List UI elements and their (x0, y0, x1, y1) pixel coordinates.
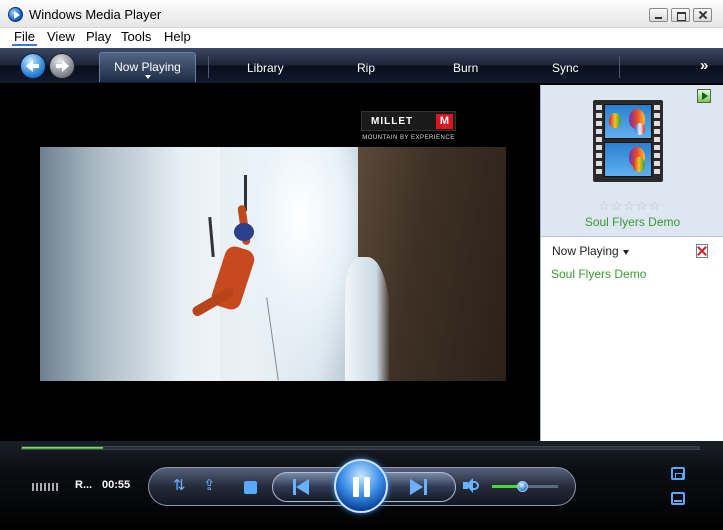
chevron-down-icon[interactable] (623, 250, 629, 255)
climber-helmet (234, 223, 254, 241)
tab-sync[interactable]: Sync (552, 61, 579, 75)
playlist-item[interactable]: Soul Flyers Demo (551, 267, 646, 281)
title-bar: Windows Media Player (0, 0, 723, 28)
tab-now-playing[interactable]: Now Playing (99, 52, 196, 82)
forward-button[interactable] (49, 53, 75, 79)
film-frame (604, 104, 652, 139)
film-strip-icon (595, 102, 603, 180)
media-title: Soul Flyers Demo (584, 215, 681, 229)
forward-arrow-icon (55, 60, 69, 72)
album-art[interactable] (593, 100, 663, 182)
ice-column (345, 257, 390, 381)
nav-divider (619, 56, 620, 78)
next-icon (410, 479, 423, 495)
volume-knob[interactable] (516, 481, 528, 492)
more-tabs-button[interactable]: » (700, 57, 708, 74)
minimize-button[interactable] (649, 8, 668, 22)
nav-divider (208, 56, 209, 78)
tab-rip[interactable]: Rip (357, 61, 375, 75)
stop-button[interactable] (244, 481, 257, 494)
next-button[interactable] (410, 479, 428, 495)
film-strip-icon (653, 102, 661, 180)
star-rating[interactable]: ☆☆☆☆☆ (598, 198, 661, 214)
pause-icon (353, 477, 359, 497)
close-button[interactable] (693, 8, 712, 22)
menu-view[interactable]: View (45, 29, 77, 44)
menu-help[interactable]: Help (162, 29, 193, 44)
video-frame (40, 147, 506, 381)
logo-tagline: MOUNTAIN BY EXPERIENCE (362, 135, 455, 141)
logo-mark: M (436, 114, 453, 129)
visualization-icon (32, 483, 58, 491)
menu-file[interactable]: File (12, 29, 37, 46)
repeat-button[interactable]: ⇪ (203, 476, 216, 494)
elapsed-time[interactable]: 00:55 (102, 479, 130, 491)
video-display[interactable]: MILLET M MOUNTAIN BY EXPERIENCE (6, 85, 540, 441)
speaker-icon (466, 478, 473, 493)
balloon-icon (609, 113, 621, 128)
clear-list-icon[interactable] (696, 244, 708, 258)
millet-logo: MILLET M (361, 111, 456, 131)
tab-library[interactable]: Library (247, 61, 284, 75)
seek-progress (22, 447, 104, 449)
balloon-icon (633, 157, 645, 172)
hide-list-pane-icon[interactable] (697, 89, 711, 103)
media-player-icon (8, 7, 23, 22)
sound-wave-icon (473, 481, 479, 490)
previous-button[interactable] (293, 479, 311, 495)
maximize-button[interactable] (671, 8, 690, 22)
logo-text: MILLET (371, 116, 414, 127)
back-button[interactable] (20, 53, 46, 79)
film-frame (604, 142, 652, 177)
back-arrow-icon (26, 60, 40, 72)
full-mode-icon[interactable] (671, 492, 685, 505)
playlist-pane: Now Playing Soul Flyers Demo (541, 237, 723, 444)
ice-axe (208, 216, 215, 258)
menu-tools[interactable]: Tools (119, 29, 153, 44)
menu-bar: File View Play Tools Help (0, 28, 723, 48)
previous-icon (296, 479, 309, 495)
current-media-status: R... (75, 479, 93, 491)
seek-bar[interactable] (21, 446, 700, 450)
navigation-bar: Now Playing Library Rip Burn Sync » (0, 48, 723, 84)
tab-burn[interactable]: Burn (453, 61, 478, 75)
menu-play[interactable]: Play (84, 29, 113, 44)
balloon-icon (635, 123, 645, 135)
pause-icon (364, 477, 370, 497)
pause-button[interactable] (334, 459, 388, 513)
now-playing-sidebar: ☆☆☆☆☆ Soul Flyers Demo Now Playing Soul … (540, 85, 723, 444)
window-title: Windows Media Player (29, 7, 162, 22)
mute-button[interactable] (463, 478, 479, 494)
next-icon-bar (424, 479, 427, 495)
shuffle-button[interactable]: ⇅ (173, 476, 186, 494)
playlist-header[interactable]: Now Playing (552, 244, 619, 258)
switch-to-skin-icon[interactable] (671, 467, 685, 480)
